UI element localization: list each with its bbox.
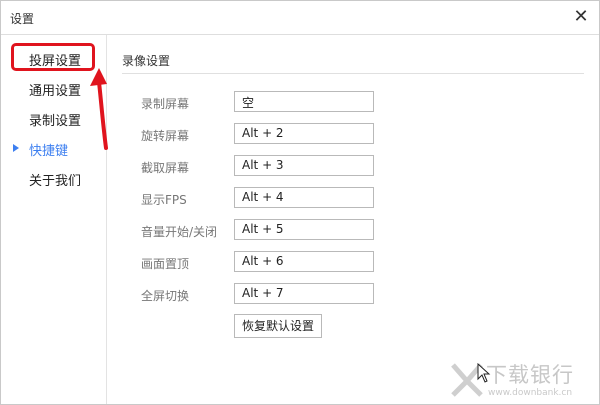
sidebar-item-label: 录制设置 bbox=[29, 114, 82, 129]
watermark-url: www.downbank.cn bbox=[488, 388, 573, 398]
sidebar-item-general-settings[interactable]: 通用设置 bbox=[1, 76, 106, 102]
sidebar-item-shortcuts[interactable]: 快捷键 bbox=[1, 136, 106, 162]
shortcut-field-record-screen[interactable]: 空 bbox=[234, 91, 374, 112]
restore-defaults-button[interactable]: 恢复默认设置 bbox=[234, 314, 322, 338]
mouse-cursor-icon bbox=[477, 363, 491, 383]
sidebar-item-about-us[interactable]: 关于我们 bbox=[1, 166, 106, 192]
section-divider bbox=[122, 73, 584, 74]
shortcut-field-rotate-screen[interactable]: Alt + 2 bbox=[234, 123, 374, 144]
shortcut-field-fullscreen-toggle[interactable]: Alt + 7 bbox=[234, 283, 374, 304]
label-record-screen: 录制屏幕 bbox=[141, 97, 190, 111]
sidebar-item-record-settings[interactable]: 录制设置 bbox=[1, 106, 106, 132]
sidebar-item-label: 通用设置 bbox=[29, 84, 82, 99]
watermark-text: 下载银行 bbox=[486, 363, 574, 387]
shortcut-field-show-fps[interactable]: Alt + 4 bbox=[234, 187, 374, 208]
close-icon[interactable]: ✕ bbox=[571, 7, 591, 27]
title-bar: 设置 ✕ bbox=[1, 1, 599, 35]
label-rotate-screen: 旋转屏幕 bbox=[141, 129, 190, 143]
label-capture-screen: 截取屏幕 bbox=[141, 161, 190, 175]
watermark: 下载银行 www.downbank.cn bbox=[448, 357, 598, 403]
sidebar-item-label: 快捷键 bbox=[29, 144, 69, 159]
label-fullscreen-toggle: 全屏切换 bbox=[141, 289, 190, 303]
section-title: 录像设置 bbox=[122, 54, 171, 68]
sidebar-item-label: 关于我们 bbox=[29, 174, 82, 189]
window-title: 设置 bbox=[10, 12, 35, 26]
shortcut-field-volume-toggle[interactable]: Alt + 5 bbox=[234, 219, 374, 240]
label-show-fps: 显示FPS bbox=[141, 193, 187, 207]
shortcut-field-pin-on-top[interactable]: Alt + 6 bbox=[234, 251, 374, 272]
label-volume-toggle: 音量开始/关闭 bbox=[141, 225, 218, 239]
annotation-highlight-box bbox=[11, 43, 95, 71]
selected-arrow-icon bbox=[13, 144, 19, 152]
sidebar: 投屏设置 通用设置 录制设置 快捷键 关于我们 bbox=[1, 35, 107, 404]
label-pin-on-top: 画面置顶 bbox=[141, 257, 190, 271]
shortcut-field-capture-screen[interactable]: Alt + 3 bbox=[234, 155, 374, 176]
